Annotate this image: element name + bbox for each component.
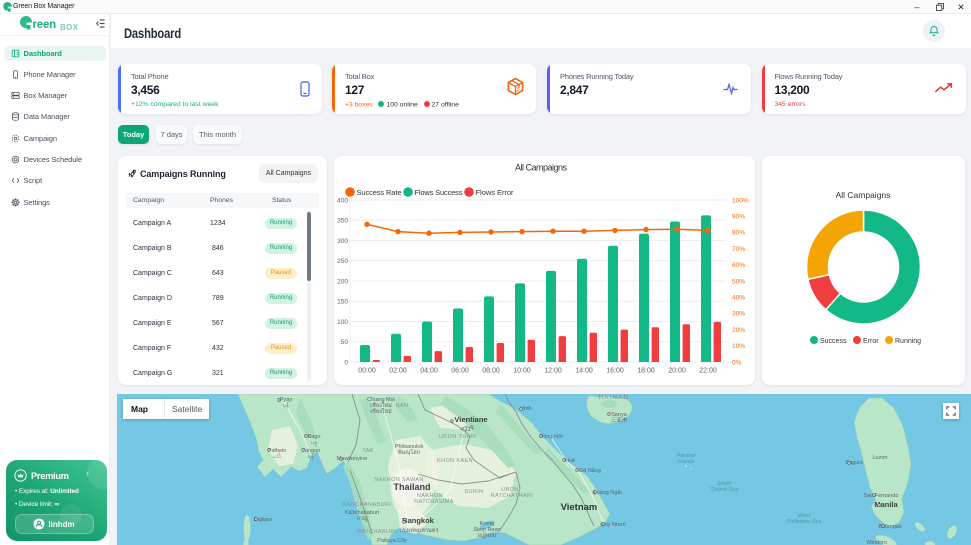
svg-text:Chiênà Sea: Chiênà Sea — [710, 487, 739, 493]
svg-text:06:00: 06:00 — [451, 368, 469, 375]
svg-text:พิษณุโลก: พิษณุโลก — [398, 448, 420, 456]
svg-text:80%: 80% — [732, 230, 745, 237]
svg-text:กาญ: กาญ — [356, 516, 367, 522]
svg-text:三亚市: 三亚市 — [611, 416, 628, 424]
svg-text:Vietnam: Vietnam — [561, 502, 598, 513]
svg-text:40%: 40% — [732, 295, 745, 302]
svg-text:0: 0 — [344, 359, 348, 366]
svg-text:400: 400 — [337, 197, 348, 204]
svg-text:HAINAN: HAINAN — [599, 395, 629, 401]
svg-text:Running: Running — [895, 338, 921, 345]
svg-text:RATCHASIMA: RATCHASIMA — [414, 499, 454, 505]
svg-text:22:00: 22:00 — [699, 368, 717, 375]
svg-text:70%: 70% — [732, 246, 745, 253]
svg-text:Huế: Huế — [565, 458, 575, 464]
svg-text:Đà Nẵng: Đà Nẵng — [579, 467, 601, 474]
svg-text:ပသိ: ပသိ — [273, 452, 281, 460]
svg-text:TAK: TAK — [362, 448, 374, 454]
svg-text:กรุงเทพมหานคร: กรุงเทพมหานคร — [400, 528, 439, 534]
svg-text:RATCHABURI: RATCHABURI — [357, 529, 396, 535]
svg-text:เชียงใหม่: เชียงใหม่ — [370, 402, 392, 409]
svg-text:10%: 10% — [732, 343, 745, 350]
svg-text:Luzon: Luzon — [873, 455, 888, 461]
svg-text:Islands: Islands — [677, 459, 695, 465]
svg-text:Đồng Hới: Đồng Hới — [539, 434, 562, 440]
svg-text:Philippine Sea: Philippine Sea — [786, 519, 821, 525]
svg-text:ရန်: ရန် — [308, 452, 314, 461]
svg-text:Success Rate: Success Rate — [357, 188, 402, 197]
svg-text:14:00: 14:00 — [575, 368, 593, 375]
svg-text:50: 50 — [341, 339, 349, 346]
svg-text:Mindoro: Mindoro — [867, 540, 887, 545]
svg-text:50%: 50% — [732, 278, 745, 285]
svg-text:Vientiane: Vientiane — [454, 415, 487, 424]
svg-text:90%: 90% — [732, 214, 745, 221]
svg-text:08:00: 08:00 — [482, 368, 500, 375]
svg-text:250: 250 — [337, 258, 348, 265]
svg-text:350: 350 — [337, 218, 348, 225]
svg-text:200: 200 — [337, 278, 348, 285]
svg-text:UDON THANI: UDON THANI — [439, 434, 477, 440]
svg-text:20%: 20% — [732, 327, 745, 334]
svg-text:18:00: 18:00 — [637, 368, 655, 375]
svg-text:ပခူ: ပခူ — [311, 440, 317, 447]
svg-text:ပန်: ပန် — [283, 401, 289, 410]
svg-text:Quảng Ngãi: Quảng Ngãi — [592, 490, 621, 496]
svg-text:Pattaya City: Pattaya City — [377, 538, 407, 544]
svg-text:Flows Success: Flows Success — [415, 188, 463, 197]
svg-text:Bangkok: Bangkok — [402, 516, 435, 525]
svg-text:KHON KAEN: KHON KAEN — [437, 458, 473, 464]
svg-text:Success: Success — [820, 338, 847, 345]
svg-text:100: 100 — [337, 319, 348, 326]
svg-text:0%: 0% — [732, 359, 742, 366]
svg-text:60%: 60% — [732, 262, 745, 269]
svg-text:San Fernando: San Fernando — [864, 493, 899, 499]
svg-text:Error: Error — [863, 338, 879, 345]
svg-text:20:00: 20:00 — [668, 368, 686, 375]
svg-text:Thailand: Thailand — [393, 482, 430, 492]
svg-text:04:00: 04:00 — [420, 368, 438, 375]
svg-text:NAN: NAN — [396, 403, 409, 409]
svg-text:សៀមរាប: សៀមរាប — [477, 531, 497, 539]
svg-text:KANCHANABURI: KANCHANABURI — [343, 502, 392, 508]
svg-text:150: 150 — [337, 299, 348, 306]
svg-text:02:00: 02:00 — [389, 368, 407, 375]
svg-text:SURIN: SURIN — [464, 489, 483, 495]
svg-text:Flows Error: Flows Error — [476, 188, 515, 197]
svg-text:12:00: 12:00 — [544, 368, 562, 375]
svg-text:All Campaigns: All Campaigns — [836, 190, 891, 200]
svg-text:30%: 30% — [732, 311, 745, 318]
svg-text:100%: 100% — [732, 197, 749, 204]
svg-text:300: 300 — [337, 238, 348, 245]
svg-text:All Campaigns: All Campaigns — [515, 163, 568, 173]
svg-text:RATCHATHANI: RATCHATHANI — [491, 493, 534, 499]
svg-text:00:00: 00:00 — [358, 368, 376, 375]
svg-text:16:00: 16:00 — [606, 368, 624, 375]
svg-text:เชียงใหม่: เชียงใหม่ — [370, 408, 392, 415]
svg-text:10:00: 10:00 — [513, 368, 531, 375]
